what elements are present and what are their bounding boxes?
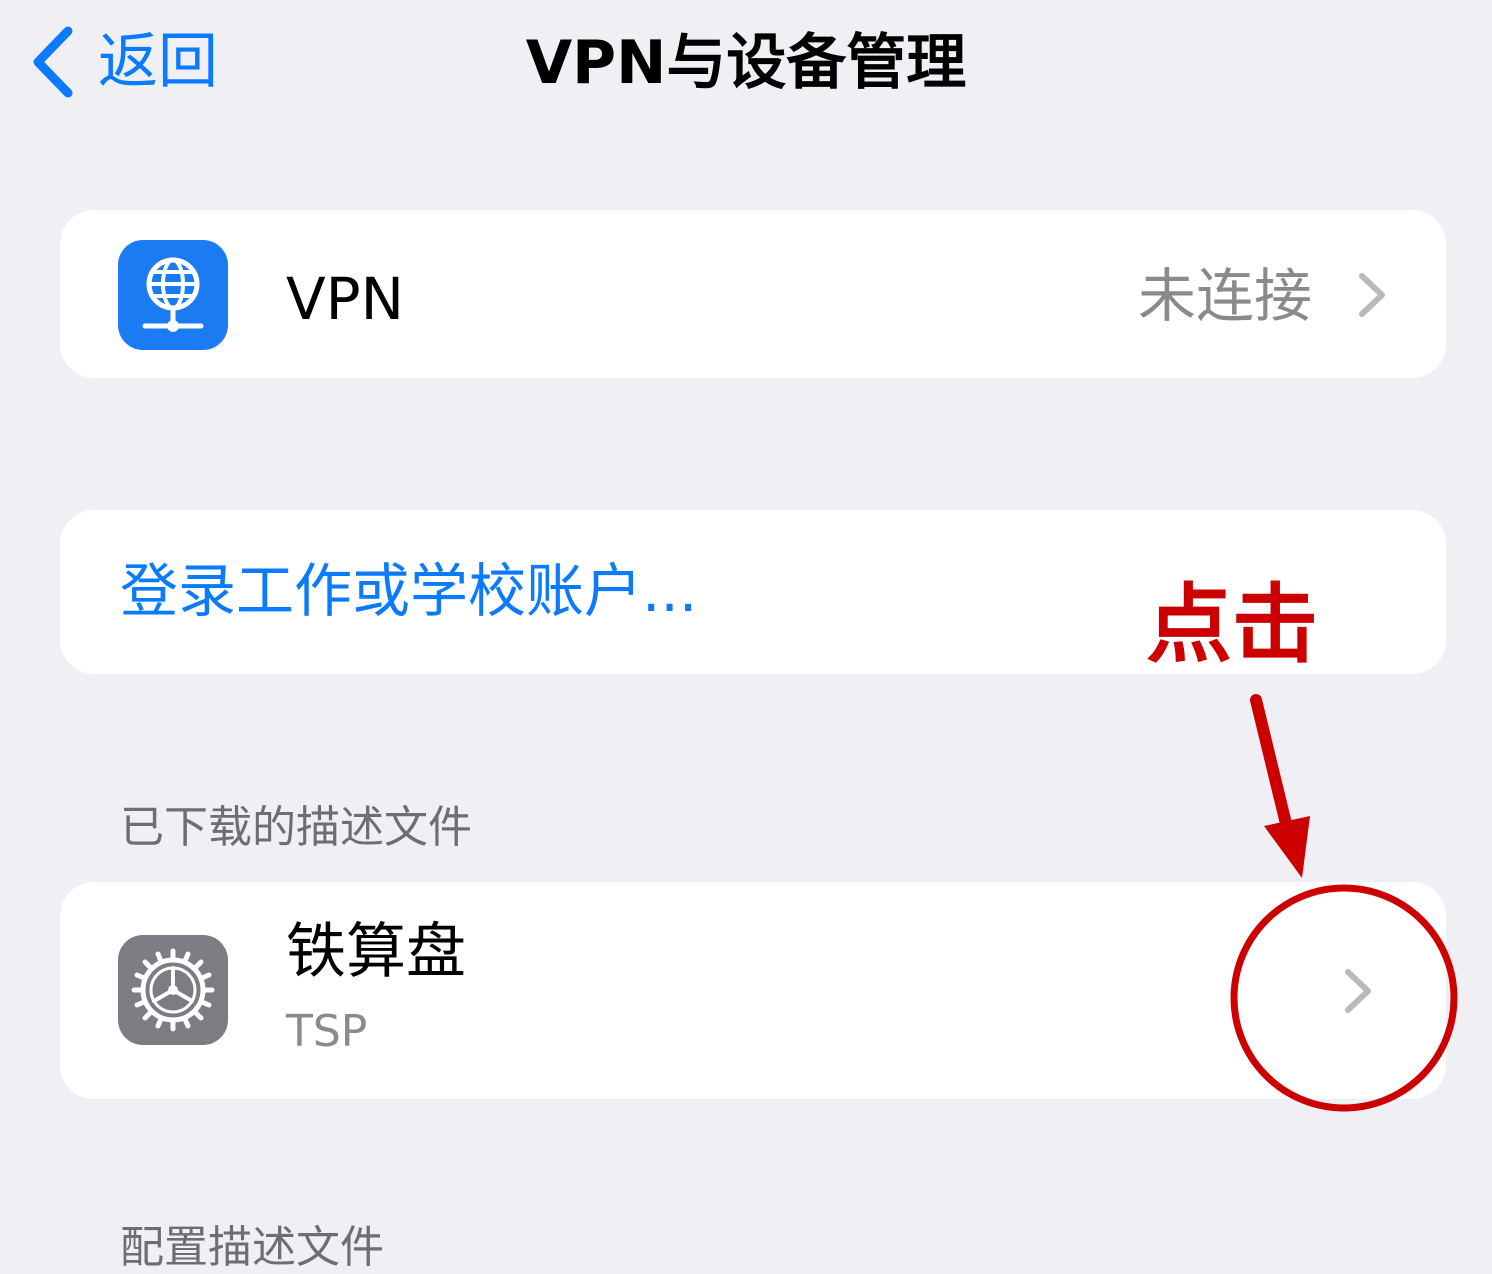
- annotation-arrow-shaft: [1250, 694, 1294, 838]
- chevron-right-icon[interactable]: [1344, 968, 1372, 1014]
- login-work-school-account-link[interactable]: 登录工作或学校账户...: [120, 562, 697, 620]
- section-header-downloaded-profiles: 已下载的描述文件: [120, 802, 472, 853]
- profile-subtitle: TSP: [286, 1006, 368, 1057]
- annotation-arrow-head: [1264, 816, 1310, 878]
- page-title: VPN与设备管理: [525, 28, 967, 98]
- section-header-config-profiles: 配置描述文件: [120, 1222, 384, 1273]
- vpn-row[interactable]: VPN 未连接: [60, 210, 1446, 378]
- profile-name: 铁算盘: [286, 917, 466, 987]
- annotation-label: 点击: [1146, 575, 1318, 675]
- globe-network-icon: [118, 240, 228, 350]
- gear-icon: [118, 935, 228, 1045]
- profile-row[interactable]: 铁算盘 TSP: [60, 882, 1446, 1099]
- vpn-label: VPN: [286, 265, 405, 333]
- vpn-status: 未连接: [1137, 262, 1312, 330]
- chevron-right-icon: [1359, 273, 1385, 317]
